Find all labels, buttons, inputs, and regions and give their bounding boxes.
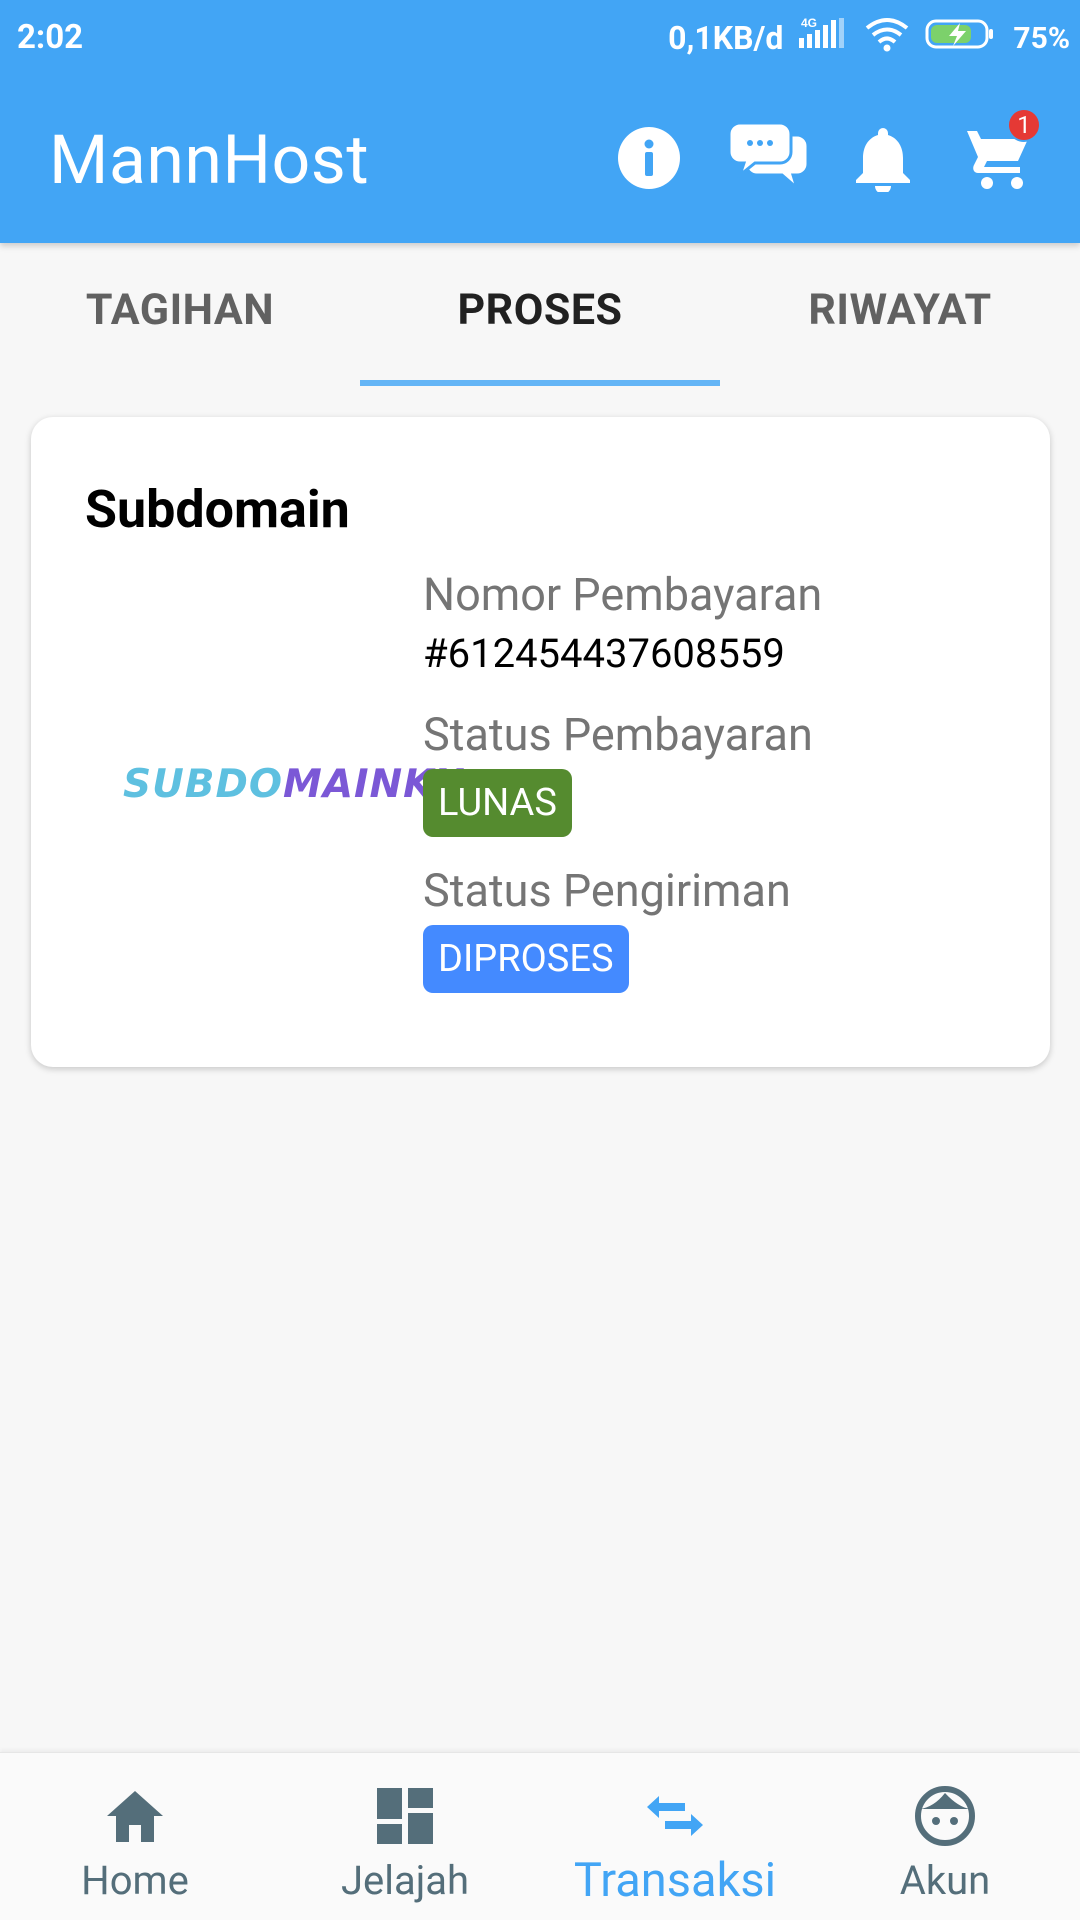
status-bar: 2:02 0,1KB/d 4G 75% xyxy=(0,0,1080,78)
nav-akun-label: Akun xyxy=(899,1857,991,1904)
shipping-status-group: Status Pengiriman DIPROSES xyxy=(423,863,822,993)
logo-text-part1: SUBDO xyxy=(123,762,284,807)
tab-indicator xyxy=(360,380,720,386)
tab-riwayat[interactable]: RIWAYAT xyxy=(720,243,1080,388)
battery-charging-icon xyxy=(925,17,995,60)
nav-home-label: Home xyxy=(81,1857,189,1904)
wifi-icon xyxy=(863,15,911,62)
network-type: 4G xyxy=(801,16,817,30)
tab-proses[interactable]: PROSES xyxy=(360,243,720,388)
status-time: 2:02 xyxy=(17,18,84,57)
cart-icon[interactable]: 1 xyxy=(963,108,1041,198)
dashboard-icon xyxy=(270,1781,540,1851)
payment-number-value: #612454437608559 xyxy=(423,630,785,677)
app-root: 2:02 0,1KB/d 4G 75% MannHost 1 TAGIHAN P… xyxy=(0,0,1080,1920)
subdomainku-logo: SUBDOMAINKU xyxy=(123,762,466,807)
payment-status-label: Status Pembayaran xyxy=(423,708,813,761)
nav-jelajah-label: Jelajah xyxy=(340,1857,470,1904)
top-bar: 2:02 0,1KB/d 4G 75% MannHost 1 xyxy=(0,0,1080,243)
card-title: Subdomain xyxy=(85,479,350,540)
cart-badge: 1 xyxy=(1007,108,1041,142)
swap-arrows-icon xyxy=(540,1781,810,1851)
status-right: 0,1KB/d 4G 75% xyxy=(668,16,1070,60)
payment-status-badge: LUNAS xyxy=(423,769,572,837)
signal-icon: 4G xyxy=(797,16,849,61)
transaction-info: Nomor Pembayaran #612454437608559 Status… xyxy=(423,567,822,1019)
chat-icon[interactable] xyxy=(726,118,810,198)
bottom-navigation: Home Jelajah Transaksi Akun xyxy=(0,1752,1080,1920)
tab-bar: TAGIHAN PROSES RIWAYAT xyxy=(0,243,1080,388)
home-icon xyxy=(0,1781,270,1851)
shipping-status-label: Status Pengiriman xyxy=(423,864,791,917)
shipping-status-badge: DIPROSES xyxy=(423,925,629,993)
nav-jelajah[interactable]: Jelajah xyxy=(270,1753,540,1920)
app-title: MannHost xyxy=(49,120,370,200)
bell-icon[interactable] xyxy=(847,118,919,198)
nav-transaksi-label: Transaksi xyxy=(573,1853,777,1908)
transaction-card[interactable]: Subdomain SUBDOMAINKU Nomor Pembayaran #… xyxy=(31,417,1050,1067)
info-icon[interactable] xyxy=(613,118,685,198)
nav-home[interactable]: Home xyxy=(0,1753,270,1920)
network-speed: 0,1KB/d xyxy=(668,19,784,57)
payment-number-group: Nomor Pembayaran #612454437608559 xyxy=(423,567,822,681)
face-icon xyxy=(810,1781,1080,1851)
tab-tagihan[interactable]: TAGIHAN xyxy=(0,243,360,388)
battery-percent: 75% xyxy=(1013,20,1070,56)
nav-transaksi[interactable]: Transaksi xyxy=(540,1753,810,1920)
nav-akun[interactable]: Akun xyxy=(810,1753,1080,1920)
payment-status-group: Status Pembayaran LUNAS xyxy=(423,707,822,837)
payment-number-label: Nomor Pembayaran xyxy=(423,568,823,621)
